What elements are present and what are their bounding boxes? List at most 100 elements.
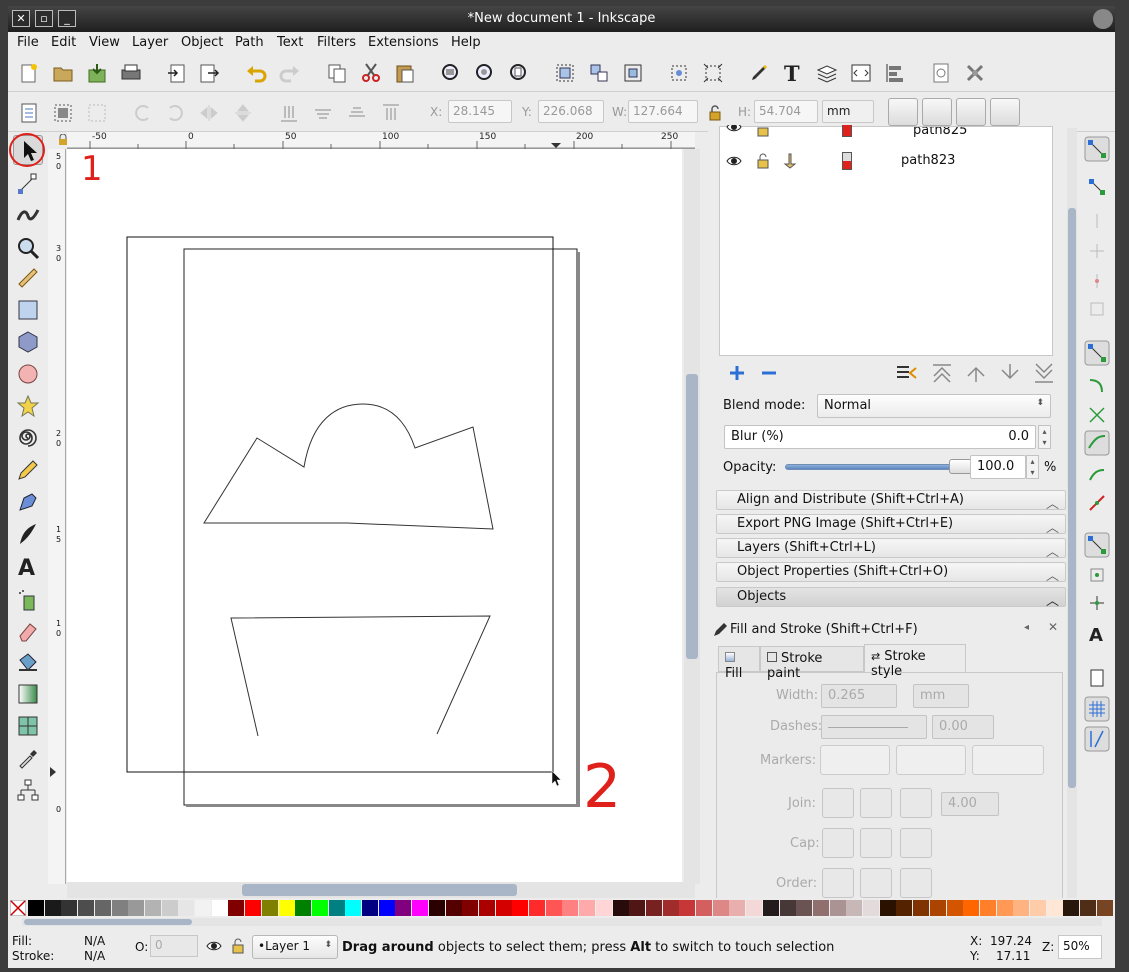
color-swatch[interactable] xyxy=(712,900,729,916)
miter-limit-input[interactable]: 4.00 xyxy=(941,792,999,816)
raise-icon[interactable] xyxy=(346,102,368,124)
color-swatch[interactable] xyxy=(896,900,913,916)
panel-object-properties[interactable]: Object Properties (Shift+Ctrl+O) ︿ xyxy=(716,562,1066,584)
lock-open-icon[interactable] xyxy=(756,153,770,169)
color-swatch[interactable] xyxy=(278,900,295,916)
color-swatch[interactable] xyxy=(762,900,779,916)
snap-intersections-icon[interactable] xyxy=(1088,406,1106,424)
redo-icon[interactable] xyxy=(278,62,300,84)
color-swatch[interactable] xyxy=(879,900,896,916)
color-swatch[interactable] xyxy=(195,900,211,916)
node-tool-icon[interactable] xyxy=(16,172,40,196)
color-swatch[interactable] xyxy=(545,900,562,916)
star-tool-icon[interactable] xyxy=(16,394,40,418)
blur-field[interactable]: Blur (%) 0.0 xyxy=(724,425,1036,449)
palette-scroll-arrow-icon[interactable]: ‹ xyxy=(1104,900,1108,911)
order-normal-button[interactable] xyxy=(822,868,854,898)
node-snap-icon[interactable] xyxy=(668,62,690,84)
color-swatch[interactable] xyxy=(78,900,95,916)
flip-horizontal-icon[interactable] xyxy=(198,102,220,124)
calligraphy-tool-icon[interactable] xyxy=(16,522,40,546)
snap-page-border-icon[interactable] xyxy=(1088,668,1106,688)
pen-tool-icon[interactable] xyxy=(16,490,40,514)
color-swatch[interactable] xyxy=(846,900,863,916)
color-swatch[interactable] xyxy=(144,900,161,916)
lock-ratio-icon[interactable] xyxy=(704,102,726,124)
measure-tool-icon[interactable] xyxy=(16,266,40,290)
menu-layer[interactable]: Layer xyxy=(132,35,168,50)
move-up-icon[interactable] xyxy=(964,362,988,384)
color-swatch[interactable] xyxy=(362,900,378,916)
cap-round-button[interactable] xyxy=(860,828,892,858)
color-swatch[interactable] xyxy=(696,900,712,916)
opacity-input[interactable]: 100.0 xyxy=(970,455,1026,479)
cap-butt-button[interactable] xyxy=(822,828,854,858)
select-all-icon[interactable] xyxy=(18,102,40,124)
color-swatch[interactable] xyxy=(245,900,262,916)
preferences-icon[interactable] xyxy=(964,62,986,84)
rotate-ccw-icon[interactable] xyxy=(132,102,154,124)
menu-file[interactable]: File xyxy=(17,35,39,50)
color-swatch[interactable] xyxy=(228,900,245,916)
eye-visible-icon[interactable] xyxy=(726,125,742,135)
color-swatch[interactable] xyxy=(378,900,395,916)
tweak-tool-icon[interactable] xyxy=(16,202,40,226)
color-swatch[interactable] xyxy=(662,900,679,916)
scale-corners-button[interactable] xyxy=(922,98,952,126)
menu-filters[interactable]: Filters xyxy=(317,35,356,50)
join-round-button[interactable] xyxy=(860,788,892,818)
3d-box-tool-icon[interactable] xyxy=(16,330,40,354)
snap-guides-icon[interactable] xyxy=(1084,726,1110,752)
color-swatch[interactable] xyxy=(946,900,963,916)
color-swatch[interactable] xyxy=(1080,900,1097,916)
print-icon[interactable] xyxy=(120,62,142,84)
snap-bbox-centers-icon[interactable] xyxy=(1088,300,1106,318)
color-swatch[interactable] xyxy=(996,900,1013,916)
canvas-horizontal-scrollbar[interactable] xyxy=(67,882,695,898)
color-swatch[interactable] xyxy=(913,900,930,916)
color-swatch[interactable] xyxy=(395,900,412,916)
spiral-tool-icon[interactable] xyxy=(16,426,40,450)
layers-stack-icon[interactable] xyxy=(816,62,838,84)
ellipse-tool-icon[interactable] xyxy=(16,362,40,386)
xml-editor-pen-icon[interactable] xyxy=(748,62,770,84)
color-swatch[interactable] xyxy=(779,900,796,916)
layer-lock-icon[interactable] xyxy=(232,938,244,954)
snap-line-midpoints-icon[interactable] xyxy=(1088,494,1106,512)
color-swatch[interactable] xyxy=(963,900,980,916)
layer-visibility-eye-icon[interactable] xyxy=(206,939,222,953)
color-swatch[interactable] xyxy=(178,900,195,916)
mid-marker-select[interactable] xyxy=(896,745,966,775)
snap-bbox-icon[interactable] xyxy=(1088,178,1106,196)
tab-fill[interactable]: Fill xyxy=(718,646,760,681)
transform-icon[interactable] xyxy=(702,62,724,84)
panel-objects[interactable]: Objects ︿ xyxy=(716,587,1066,609)
ungroup-icon[interactable] xyxy=(588,62,610,84)
color-swatch[interactable] xyxy=(261,900,278,916)
flip-vertical-icon[interactable] xyxy=(232,102,254,124)
h-input[interactable]: 54.704 xyxy=(754,100,818,123)
window-menu-icon[interactable] xyxy=(1093,9,1113,29)
color-swatch[interactable] xyxy=(44,900,61,916)
snap-bbox-corners-icon[interactable] xyxy=(1088,242,1106,260)
color-swatch[interactable] xyxy=(979,900,996,916)
duplicate-icon[interactable] xyxy=(326,62,348,84)
order-stroke-fill-button[interactable] xyxy=(860,868,892,898)
opacity-status-input[interactable]: 0 xyxy=(150,935,198,957)
palette-scroll-thumb[interactable] xyxy=(24,919,192,925)
group-icon[interactable] xyxy=(554,62,576,84)
export-file-icon[interactable] xyxy=(198,62,220,84)
menu-path[interactable]: Path xyxy=(235,35,264,50)
new-document-icon[interactable] xyxy=(18,62,40,84)
scale-stroke-button[interactable] xyxy=(888,98,918,126)
menu-object[interactable]: Object xyxy=(181,35,223,50)
object-color-swatch[interactable] xyxy=(842,125,852,137)
color-swatch[interactable] xyxy=(111,900,128,916)
vscroll-thumb[interactable] xyxy=(686,374,698,659)
color-swatch[interactable] xyxy=(1063,900,1080,916)
snap-cusp-nodes-icon[interactable] xyxy=(1084,430,1110,456)
dock-panel-icon[interactable]: ◂ xyxy=(1024,622,1029,633)
pencil-tool-icon[interactable] xyxy=(16,458,40,482)
close-panel-icon[interactable]: ✕ xyxy=(1048,620,1058,634)
zoom-tool-icon[interactable] xyxy=(16,236,40,260)
